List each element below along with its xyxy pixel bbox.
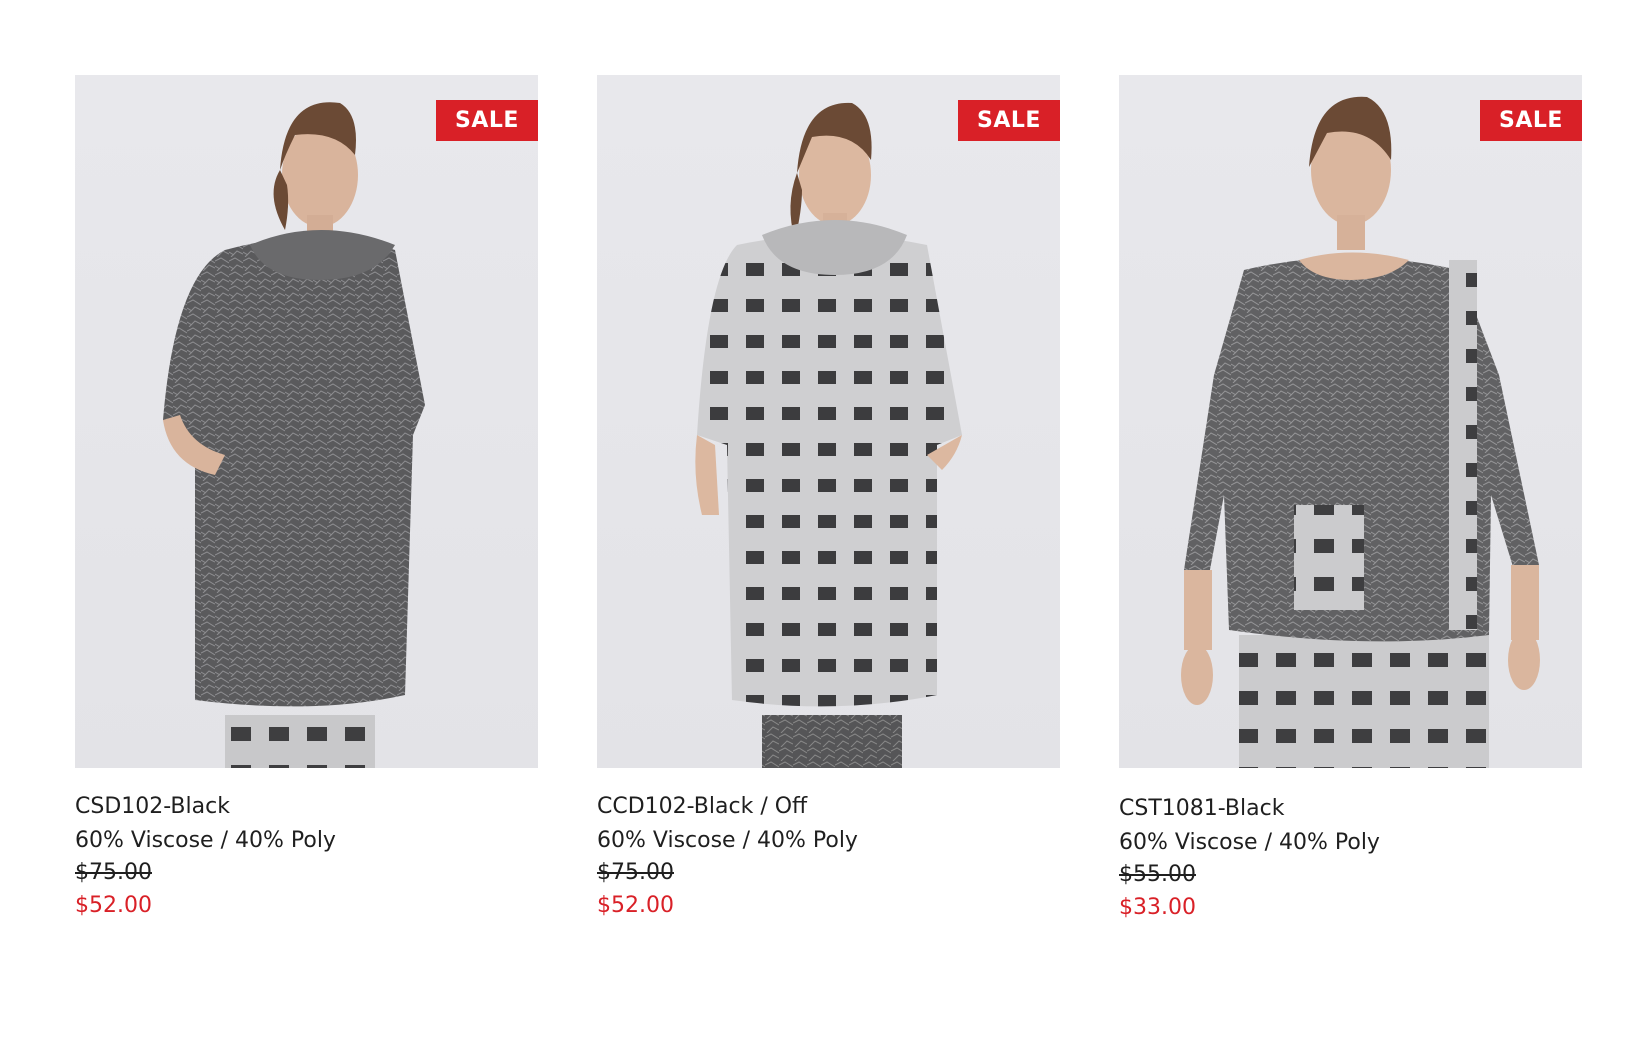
sale-price: $52.00	[597, 893, 674, 918]
original-price: $55.00	[1119, 862, 1196, 887]
product-grid: SALE CSD102-Black 60% Viscose / 40% Poly…	[0, 0, 1650, 1038]
product-photo-illustration	[695, 102, 962, 768]
product-image[interactable]: SALE	[1119, 75, 1582, 768]
product-material: 60% Viscose / 40% Poly	[75, 828, 336, 853]
product-material: 60% Viscose / 40% Poly	[597, 828, 858, 853]
product-info: CCD102-Black / Off 60% Viscose / 40% Pol…	[597, 768, 1060, 924]
product-info: CST1081-Black 60% Viscose / 40% Poly $55…	[1119, 768, 1582, 926]
product-image[interactable]: SALE	[597, 75, 1060, 768]
sale-badge: SALE	[436, 100, 538, 141]
product-info: CSD102-Black 60% Viscose / 40% Poly $75.…	[75, 768, 538, 924]
product-card[interactable]: SALE CSD102-Black 60% Viscose / 40% Poly…	[75, 75, 538, 924]
product-name[interactable]: CST1081-Black	[1119, 792, 1582, 826]
sale-badge: SALE	[958, 100, 1060, 141]
product-material: 60% Viscose / 40% Poly	[1119, 830, 1380, 855]
product-card[interactable]: SALE CCD102-Black / Off 60% Viscose / 40…	[597, 75, 1060, 924]
product-name[interactable]: CCD102-Black / Off	[597, 790, 1060, 824]
original-price: $75.00	[75, 860, 152, 885]
product-card[interactable]: SALE CST1081-Black 60% Viscose / 40% Pol…	[1119, 75, 1582, 926]
product-photo-illustration	[163, 102, 425, 768]
product-name[interactable]: CSD102-Black	[75, 790, 538, 824]
sale-price: $52.00	[75, 893, 152, 918]
sale-price: $33.00	[1119, 895, 1196, 920]
original-price: $75.00	[597, 860, 674, 885]
product-image[interactable]: SALE	[75, 75, 538, 768]
product-photo-illustration	[1181, 96, 1540, 768]
sale-badge: SALE	[1480, 100, 1582, 141]
